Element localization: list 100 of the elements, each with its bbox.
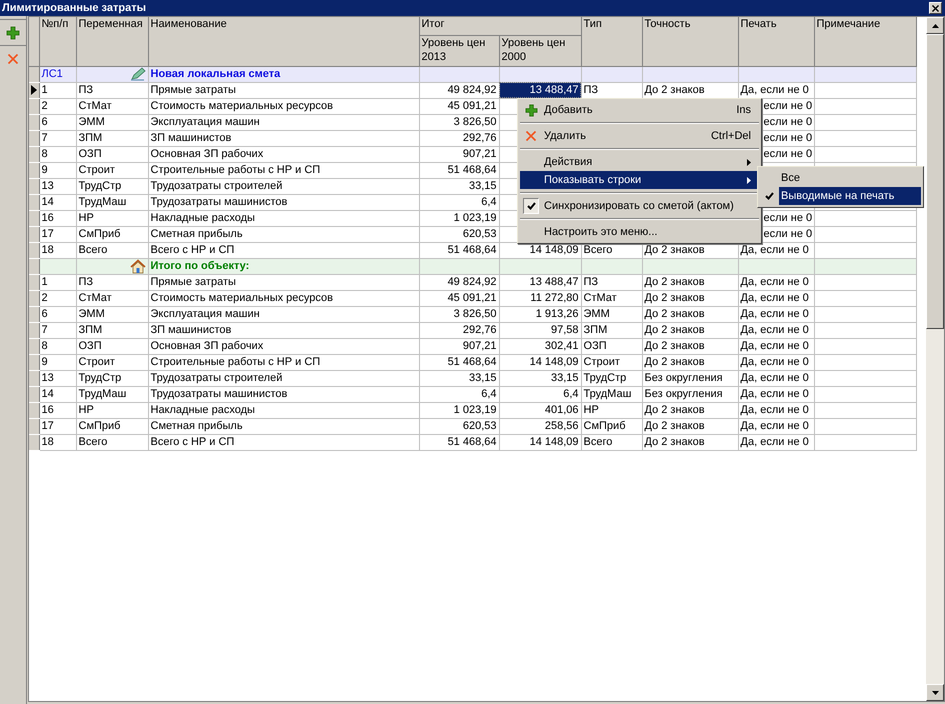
table-cell: ЗПМ	[76, 130, 148, 146]
table-cell: До 2 знаков	[642, 418, 738, 434]
table-cell: Основная ЗП рабочих	[148, 338, 419, 354]
table-cell: СмПриб	[76, 226, 148, 242]
table-cell: Трудозатраты строителей	[148, 178, 419, 194]
table-cell: Строительные работы с НР и СП	[148, 162, 419, 178]
plus-icon	[524, 104, 538, 116]
table-cell: СмПриб	[76, 418, 148, 434]
scroll-down-icon	[932, 690, 938, 694]
column-header[interactable]: Тип	[581, 17, 642, 66]
submenu-arrow-icon	[747, 176, 751, 184]
table-cell: Строит	[581, 354, 642, 370]
table-cell: Трудозатраты машинистов	[148, 194, 419, 210]
table-cell: НР	[76, 402, 148, 418]
menu-item[interactable]: Показывать строки	[520, 171, 759, 189]
table-cell: 1	[39, 274, 76, 290]
table-cell: 45 091,21	[419, 98, 499, 114]
table-cell: ЛС1	[39, 66, 76, 82]
menu-item[interactable]: Все	[779, 169, 921, 187]
table-cell: Да, если не 0	[738, 338, 814, 354]
column-header[interactable]: Наименование	[148, 17, 419, 66]
column-header[interactable]: Точность	[642, 17, 738, 66]
table-cell: До 2 знаков	[642, 306, 738, 322]
table-cell: 49 824,92	[419, 82, 499, 98]
table-cell: Да, если не 0	[738, 370, 814, 386]
table-cell: 51 468,64	[419, 434, 499, 450]
table-cell: Без округления	[642, 386, 738, 402]
column-header[interactable]: Уровень цен 2013	[419, 35, 499, 66]
table-cell: 33,15	[499, 370, 582, 386]
table-cell: 6	[39, 306, 76, 322]
table-cell: 9	[39, 354, 76, 370]
table-cell: Накладные расходы	[148, 402, 419, 418]
table-cell: Да, если не 0	[738, 306, 814, 322]
table-cell: СтМат	[76, 98, 148, 114]
table-cell: 33,15	[419, 370, 499, 386]
table-cell: Строит	[76, 162, 148, 178]
close-button[interactable]	[929, 2, 942, 14]
table-cell: ТрудМаш	[76, 194, 148, 210]
table-cell: 2	[39, 290, 76, 306]
column-group-header: Итог	[419, 17, 582, 35]
table-cell: Трудозатраты строителей	[148, 370, 419, 386]
table-cell: ТрудСтр	[581, 370, 642, 386]
table-cell: Да, если не 0	[738, 274, 814, 290]
table-cell: 258,56	[499, 418, 582, 434]
table-cell: Да, если не 0	[738, 290, 814, 306]
table-cell: ТрудСтр	[76, 370, 148, 386]
table-cell: Да, если не 0	[738, 418, 814, 434]
table-cell: ЗП машинистов	[148, 322, 419, 338]
table-cell: Да, если не 0	[738, 354, 814, 370]
table-cell: 9	[39, 162, 76, 178]
table-cell: До 2 знаков	[642, 274, 738, 290]
table-cell: 11 272,80	[499, 290, 582, 306]
table-cell: 3 826,50	[419, 306, 499, 322]
table-cell: 13	[39, 370, 76, 386]
table-cell: 51 468,64	[419, 242, 499, 258]
table-cell: Эксплуатация машин	[148, 306, 419, 322]
table-cell: 49 824,92	[419, 274, 499, 290]
column-header[interactable]: Уровень цен 2000	[499, 35, 582, 66]
table-cell: 1 023,19	[419, 402, 499, 418]
table-cell: ТрудМаш	[76, 386, 148, 402]
column-header[interactable]: Переменная	[76, 17, 148, 66]
table-cell: 16	[39, 402, 76, 418]
table-cell: 45 091,21	[419, 290, 499, 306]
table-cell: ЭММ	[76, 306, 148, 322]
table-cell: ПЗ	[581, 274, 642, 290]
table-cell: 3 826,50	[419, 114, 499, 130]
table-cell: 33,15	[419, 178, 499, 194]
table-cell: 51 468,64	[419, 162, 499, 178]
table-cell: ОЗП	[76, 146, 148, 162]
table-cell: ТрудМаш	[581, 386, 642, 402]
table-cell: 1 913,26	[499, 306, 582, 322]
close-icon	[525, 130, 537, 142]
table-cell: ЭММ	[581, 306, 642, 322]
column-header[interactable]: Печать	[738, 17, 814, 66]
table-cell: Основная ЗП рабочих	[148, 146, 419, 162]
table-cell: 14 148,09	[499, 434, 582, 450]
table-cell: 13 488,47	[499, 274, 582, 290]
table-cell: Да, если не 0	[738, 402, 814, 418]
table-cell: 2	[39, 98, 76, 114]
table-cell: Всего	[581, 434, 642, 450]
scrollbar[interactable]	[926, 17, 944, 701]
row-indicator[interactable]	[29, 82, 39, 98]
table-cell: 17	[39, 418, 76, 434]
table-cell: До 2 знаков	[642, 354, 738, 370]
column-header[interactable]: Примечание	[814, 17, 916, 66]
table-cell: Стоимость материальных ресурсов	[148, 290, 419, 306]
table-cell: До 2 знаков	[642, 402, 738, 418]
table-cell: 907,21	[419, 146, 499, 162]
table-cell: 401,06	[499, 402, 582, 418]
group-title: Новая локальная смета	[148, 66, 419, 82]
menu-item[interactable]: Выводимые на печать	[779, 187, 921, 205]
scroll-thumb[interactable]	[926, 34, 944, 329]
table-cell: 620,53	[419, 226, 499, 242]
table-cell: ОЗП	[581, 338, 642, 354]
table-cell: Накладные расходы	[148, 210, 419, 226]
table-cell: 51 468,64	[419, 354, 499, 370]
column-header[interactable]: №п/п	[39, 17, 76, 66]
table-cell: 97,58	[499, 322, 582, 338]
table-cell: 6,4	[499, 386, 582, 402]
table-cell: 8	[39, 338, 76, 354]
